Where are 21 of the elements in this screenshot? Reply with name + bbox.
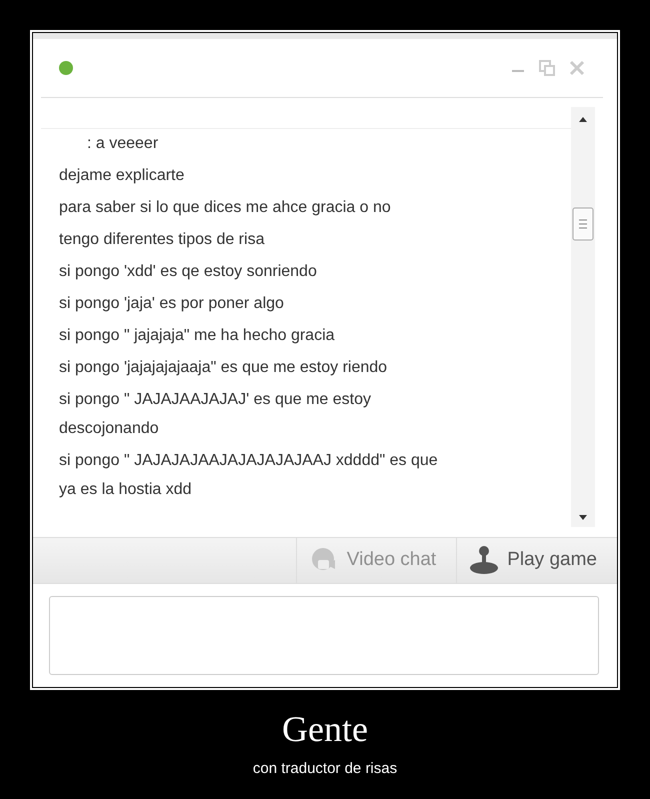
scroll-down-icon[interactable] (578, 512, 588, 521)
chat-message: si pongo 'jaja' es por poner algo (59, 294, 284, 314)
chat-message: si pongo 'jajajajajaaja" es que me estoy riendo (59, 358, 388, 378)
scroll-thumb[interactable] (572, 206, 594, 241)
scrollbar[interactable] (571, 106, 595, 527)
joystick-icon (469, 545, 500, 576)
chat-message: tengo diferentes tipos de risa (59, 230, 264, 250)
poster-title: Gente (282, 708, 368, 750)
chat-message: si pongo 'xdd' es qe estoy sonriendo (59, 262, 317, 282)
chat-message: : a veeeer (87, 134, 158, 154)
message-input[interactable] (49, 596, 599, 675)
close-icon[interactable] (569, 60, 585, 76)
scroll-up-icon[interactable] (578, 114, 588, 123)
chat-message: si pongo " JAJAJAJAAJAJAJAJAJAAJ xdddd" es que ya es la hostia xdd (59, 450, 439, 500)
poster-caption: con traductor de risas (252, 760, 398, 777)
chat-message: dejame explicarte (59, 166, 184, 186)
chat-message: si pongo " jajajaja" me ha hecho gracia (59, 326, 335, 346)
restore-icon[interactable] (539, 60, 555, 76)
play-game-button[interactable]: Play game (456, 538, 617, 583)
chat-message: para saber si lo que dices me ahce gracia o no (59, 198, 391, 218)
status-dot-icon (59, 60, 73, 75)
